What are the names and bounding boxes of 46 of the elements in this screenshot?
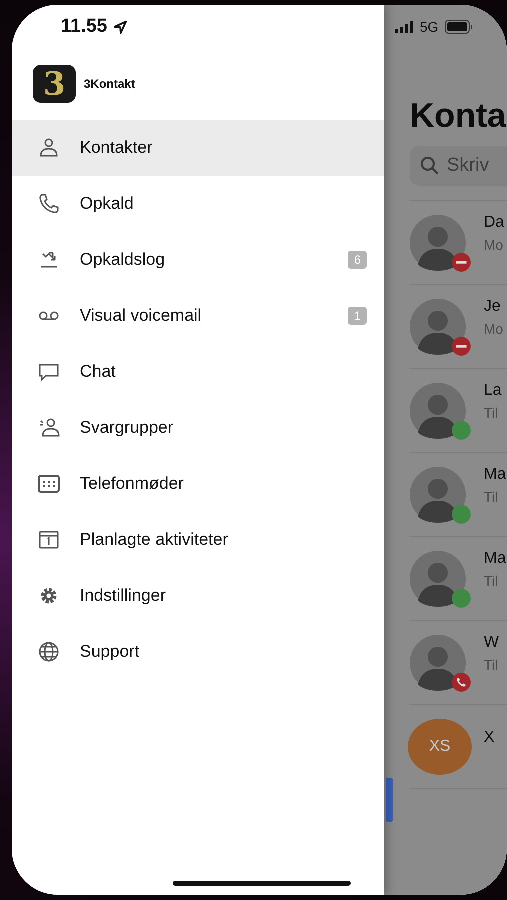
contact-name: Ma	[484, 550, 506, 568]
avatar-icon	[410, 214, 466, 270]
contact-status-text: Mo	[484, 321, 504, 337]
contact-status-text: Til	[484, 405, 498, 421]
menu-item[interactable]: Indstillinger	[12, 568, 384, 624]
contact-name: W	[484, 634, 500, 652]
search-field[interactable]: Skriv	[410, 146, 507, 186]
app-name: 3Kontakt	[84, 77, 136, 91]
menu-item[interactable]: Svargrupper	[12, 400, 384, 456]
contact-name: La	[484, 382, 502, 400]
phone-icon	[37, 192, 61, 216]
globe-icon	[37, 640, 61, 664]
avatar-icon	[410, 550, 466, 606]
contact-name: Da	[484, 214, 504, 232]
menu-item[interactable]: Planlagte aktiviteter	[12, 512, 384, 568]
menu-item[interactable]: Telefonmøder	[12, 456, 384, 512]
contact-status-text: Til	[484, 489, 498, 505]
avatar-icon	[410, 466, 466, 522]
menu-item[interactable]: Kontakter	[12, 120, 384, 176]
contact-name: X	[484, 728, 495, 746]
page-title: Konta	[410, 97, 507, 136]
network-label: 5G	[420, 19, 439, 35]
menu-item[interactable]: Opkaldslog 6	[12, 232, 384, 288]
contact-name: Ma	[484, 466, 506, 484]
battery-icon	[444, 20, 474, 34]
avatar-icon	[410, 298, 466, 354]
contact-name: Je	[484, 298, 501, 316]
keypad-icon	[37, 472, 61, 496]
menu-item[interactable]: Support	[12, 624, 384, 680]
contact-status-text: Til	[484, 573, 498, 589]
group-icon	[37, 416, 61, 440]
status-time: 11.55	[61, 16, 108, 38]
location-arrow-icon	[112, 20, 128, 34]
app-logo: 3	[33, 65, 76, 103]
initials-avatar: XS	[408, 718, 472, 774]
contact-status-text: Til	[484, 657, 498, 673]
avatar-icon	[410, 634, 466, 690]
menu-item[interactable]: Opkald	[12, 176, 384, 232]
count-badge: 6	[348, 251, 367, 269]
contact-status-text: Mo	[484, 237, 504, 253]
search-icon	[420, 156, 440, 176]
menu-item[interactable]: Chat	[12, 344, 384, 400]
count-badge: 1	[348, 307, 367, 325]
signal-icon	[395, 21, 415, 33]
menu-item[interactable]: Visual voicemail 1	[12, 288, 384, 344]
avatar-icon	[410, 382, 466, 438]
